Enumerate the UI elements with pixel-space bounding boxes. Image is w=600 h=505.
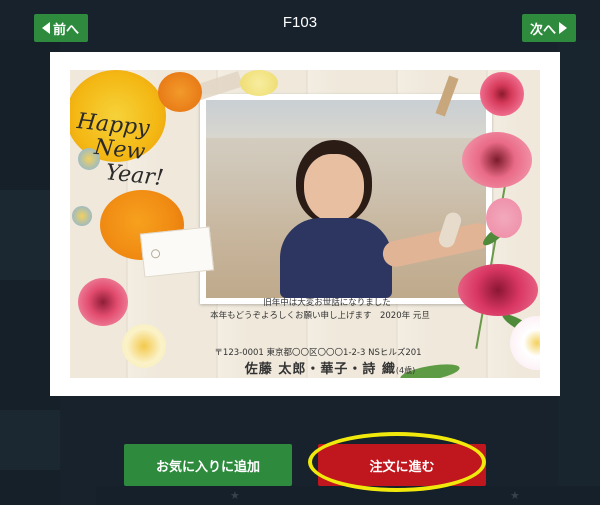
design-code-title: F103 — [282, 14, 318, 31]
sender-names: 佐藤 太郎・華子・詩 織(4歳) — [210, 358, 450, 377]
paper-tag — [139, 226, 215, 278]
card-message: 旧年中は大変お世話になりました 本年もどうぞよろしくお願い申し上げます 2020… — [190, 297, 450, 323]
greeting-text: Happy New Year! — [71, 109, 198, 194]
flower-decoration — [158, 72, 202, 112]
photo-child-face — [304, 154, 364, 222]
card-preview-frame: Happy New Year! 旧年中は大変お世話になりました 本年もどうぞよろ… — [50, 52, 560, 396]
message-line: 旧年中は大変お世話になりました — [263, 298, 391, 308]
photo-child-arm — [380, 220, 486, 270]
flower-decoration — [122, 324, 166, 368]
sender-address: 〒123-0001 東京都〇〇区〇〇〇1-2-3 NSヒルズ201 — [214, 348, 422, 358]
names-text: 佐藤 太郎・華子・詩 織 — [244, 362, 396, 377]
next-label: 次へ — [530, 22, 557, 38]
tag-hole — [150, 248, 161, 259]
new-year-card: Happy New Year! 旧年中は大変お世話になりました 本年もどうぞよろ… — [70, 70, 540, 378]
message-line: 本年もどうぞよろしくお願い申し上げます 2020年 元旦 — [210, 311, 430, 321]
flower-decoration — [486, 198, 522, 238]
add-favorite-button[interactable]: お気に入りに追加 — [124, 444, 292, 486]
flower-decoration — [480, 72, 524, 116]
next-button[interactable]: 次へ — [522, 14, 576, 42]
photo-child-dress — [280, 218, 392, 298]
family-photo — [200, 94, 492, 304]
photo-image — [206, 100, 486, 298]
age-text: (4歳) — [395, 366, 416, 375]
proceed-to-order-button[interactable]: 注文に進む — [318, 444, 486, 486]
flower-decoration — [240, 70, 278, 96]
arrow-right-icon — [559, 22, 568, 34]
flower-decoration — [72, 206, 92, 226]
flower-decoration — [78, 278, 128, 326]
flower-decoration — [462, 132, 532, 188]
flower-decoration — [458, 264, 538, 316]
